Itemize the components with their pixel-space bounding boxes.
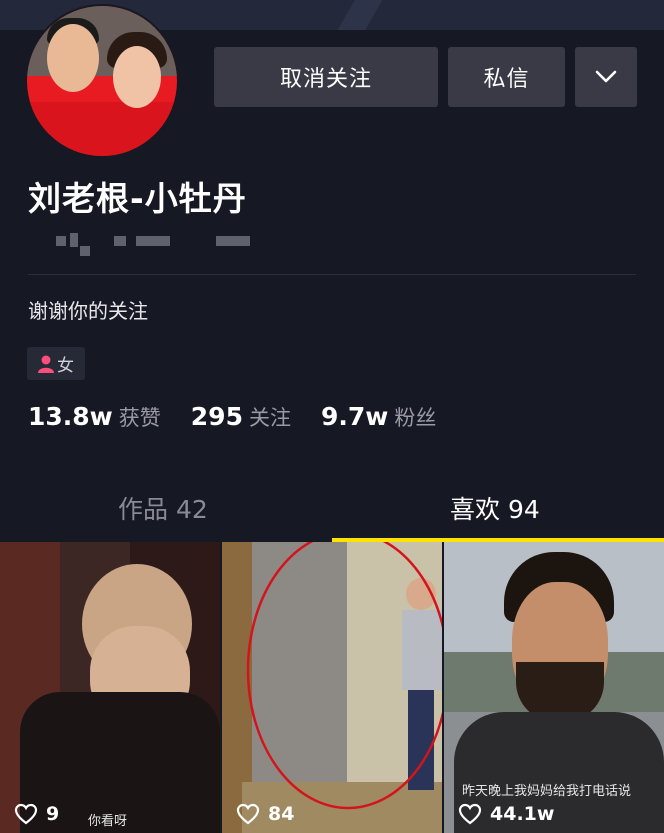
female-user-icon — [38, 355, 54, 373]
unfollow-button[interactable]: 取消关注 — [214, 47, 438, 107]
video-thumbnail[interactable]: 昨天晚上我妈妈给我打电话说 44.1w — [444, 542, 664, 833]
annotation-circle — [246, 542, 442, 810]
tab-works[interactable]: 作品 42 — [118, 490, 208, 526]
video-likes: 84 — [236, 803, 294, 825]
avatar[interactable] — [25, 4, 179, 158]
video-likes-count: 84 — [268, 803, 295, 825]
profile-name: 刘老根-小牡丹 — [28, 179, 247, 218]
video-likes-count: 44.1w — [490, 803, 555, 825]
divider — [28, 274, 636, 275]
video-likes: 44.1w — [458, 803, 554, 825]
heart-icon — [14, 803, 38, 825]
video-caption: 你看呀 — [88, 814, 128, 829]
message-button[interactable]: 私信 — [448, 47, 565, 107]
video-caption: 昨天晚上我妈妈给我打电话说 — [462, 784, 632, 799]
stat-value: 13.8w — [28, 402, 113, 431]
gender-label: 女 — [57, 356, 74, 376]
video-likes-count: 9 — [46, 803, 60, 825]
stat-label: 获赞 — [118, 406, 161, 430]
tab-likes[interactable]: 喜欢 94 — [450, 490, 540, 526]
stat-value: 295 — [190, 402, 243, 431]
gender-badge: 女 — [27, 347, 85, 380]
video-likes: 9 — [14, 803, 59, 825]
video-thumbnail[interactable]: 84 — [222, 542, 442, 833]
signature: 谢谢你的关注 — [28, 299, 148, 323]
stat-label: 关注 — [248, 406, 291, 430]
stat-likes[interactable]: 13.8w 获赞 — [28, 402, 161, 432]
heart-icon — [458, 803, 482, 825]
profile-stats: 13.8w 获赞 295 关注 9.7w 粉丝 — [28, 402, 436, 432]
stat-following[interactable]: 295 关注 — [191, 402, 291, 432]
stat-followers[interactable]: 9.7w 粉丝 — [321, 402, 436, 432]
heart-icon — [236, 803, 260, 825]
chevron-down-icon — [595, 70, 617, 83]
more-button[interactable] — [575, 47, 637, 107]
stat-label: 粉丝 — [394, 406, 437, 430]
video-thumbnail[interactable]: 9 你看呀 — [0, 542, 220, 833]
stat-value: 9.7w — [320, 402, 389, 431]
